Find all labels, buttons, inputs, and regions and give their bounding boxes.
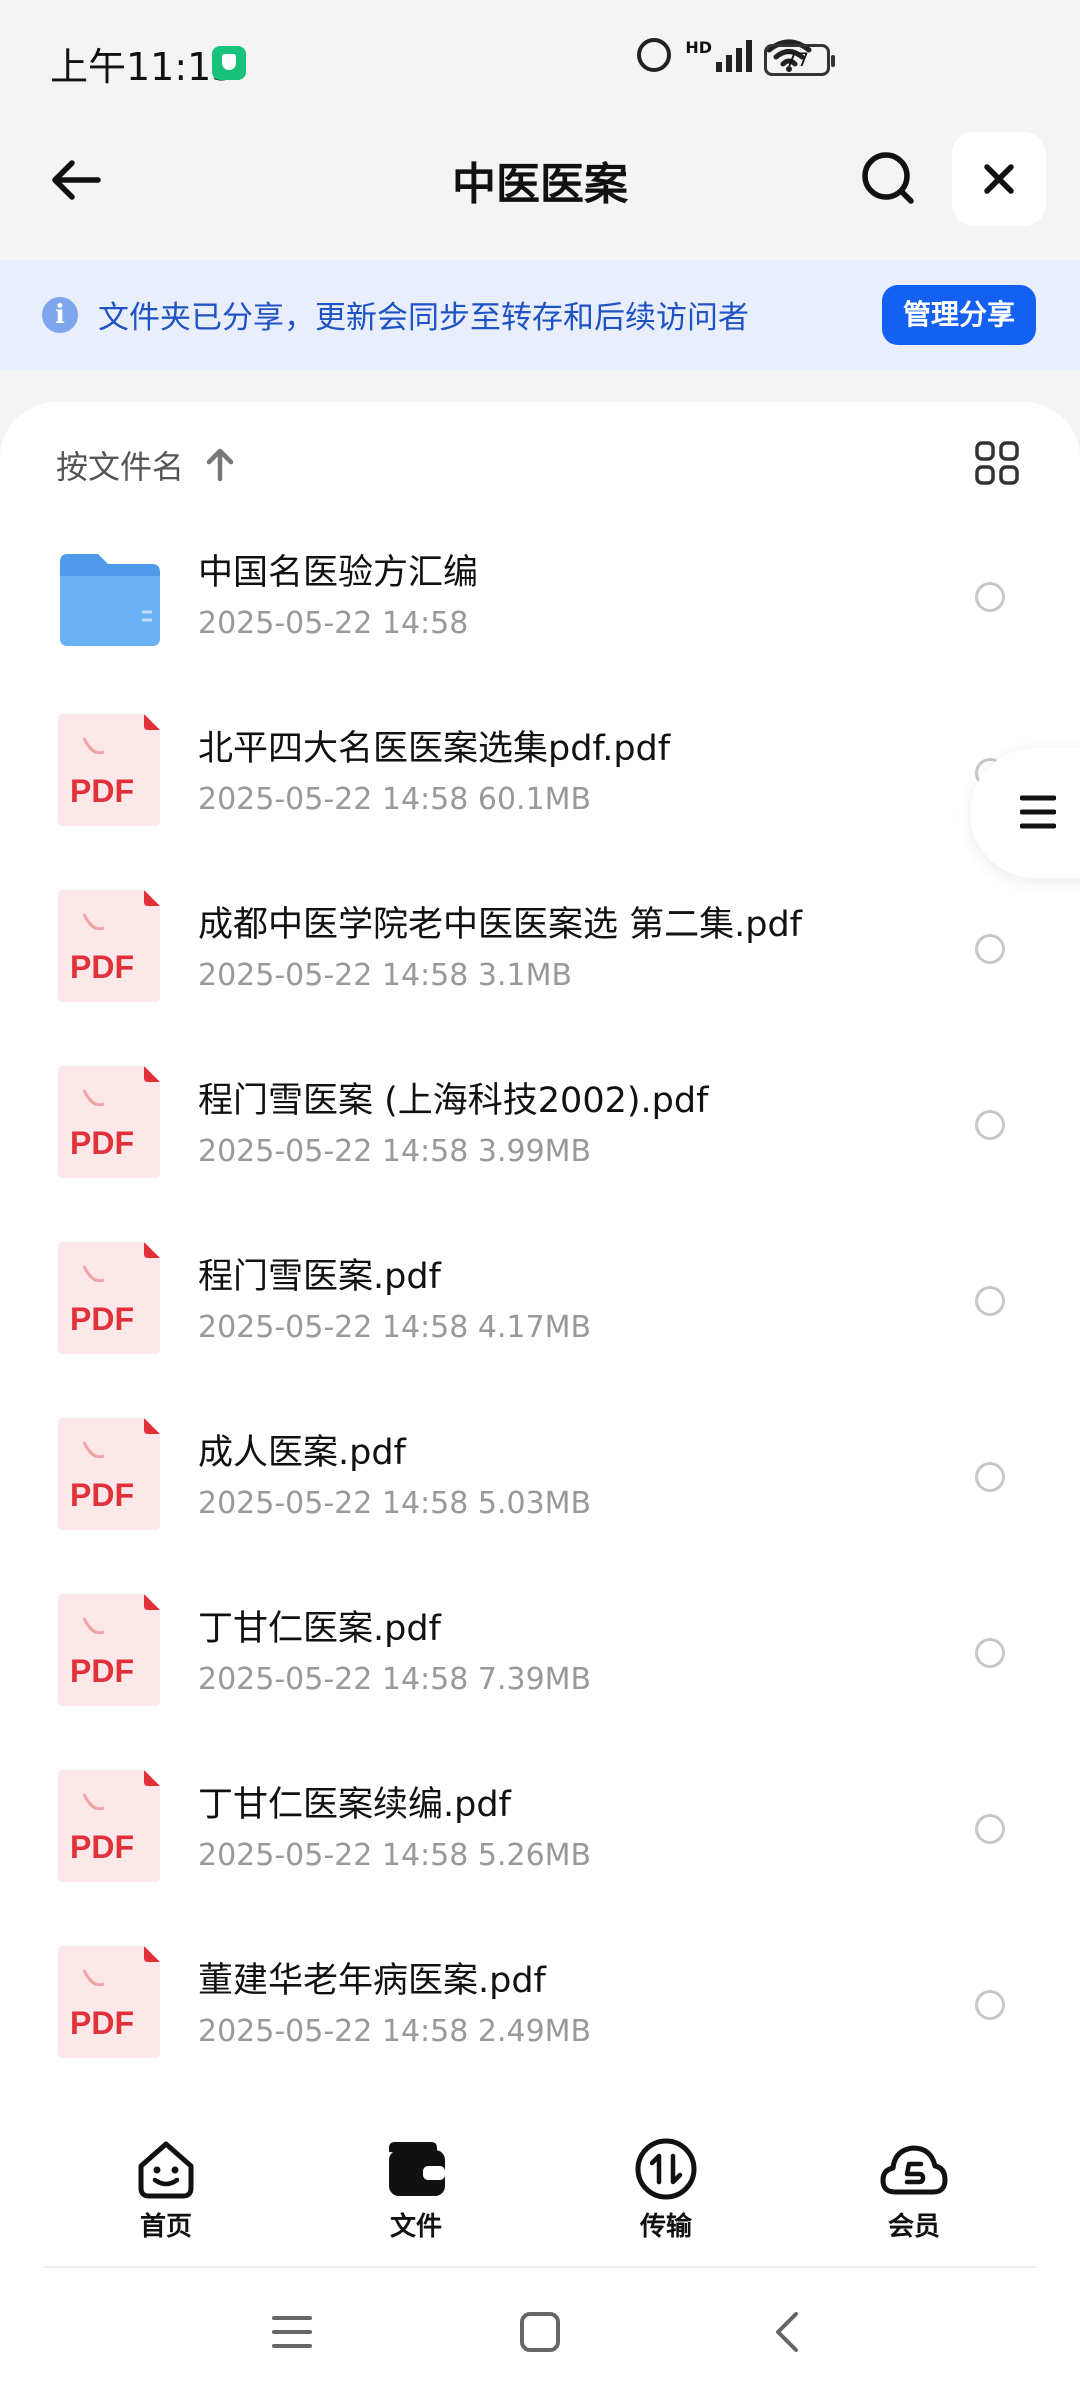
file-name: 成人医案.pdf (198, 1433, 406, 1473)
file-row-pdf[interactable]: PDF 成都中医学院老中医医案选 第二集.pdf 2025-05-22 14:5… (0, 870, 1080, 1046)
network-type-label: HD (685, 37, 712, 57)
file-name: 北平四大名医医案选集pdf.pdf (198, 729, 671, 769)
battery-indicator: 77 (764, 44, 835, 76)
select-checkbox[interactable] (975, 1462, 1005, 1492)
select-checkbox[interactable] (975, 1638, 1005, 1668)
file-meta: 2025-05-22 14:58 3.1MB (198, 958, 573, 993)
home-face-icon (138, 2141, 194, 2199)
file-name: 中国名医验方汇编 (198, 553, 479, 593)
recent-apps-icon[interactable] (270, 2310, 314, 2354)
file-meta: 2025-05-22 14:58 60.1MB (198, 782, 592, 817)
page-title: 中医医案 (452, 159, 628, 210)
svg-text:PDF: PDF (70, 773, 134, 809)
status-time: 上午11:15 (50, 45, 236, 89)
pdf-file-icon: PDF (58, 1242, 160, 1354)
file-meta: 2025-05-22 14:58 5.03MB (198, 1486, 592, 1521)
back-button-icon[interactable] (766, 2310, 810, 2354)
file-row-pdf[interactable]: PDF 丁甘仁医案.pdf 2025-05-22 14:58 7.39MB (0, 1574, 1080, 1750)
home-button-icon[interactable] (518, 2310, 562, 2354)
pdf-file-icon: PDF (58, 890, 160, 1002)
file-meta: 2025-05-22 14:58 7.39MB (198, 1662, 592, 1697)
file-meta: 2025-05-22 14:58 2.49MB (198, 2014, 592, 2049)
file-name: 丁甘仁医案.pdf (198, 1609, 441, 1649)
select-checkbox[interactable] (975, 1286, 1005, 1316)
file-name: 程门雪医案.pdf (198, 1257, 441, 1297)
svg-text:PDF: PDF (70, 1125, 134, 1161)
transfer-icon (635, 2138, 697, 2200)
pdf-file-icon: PDF (58, 714, 160, 826)
tab-transfer-label: 传输 (639, 2212, 692, 2242)
grid-view-icon[interactable] (974, 440, 1020, 486)
select-checkbox[interactable] (975, 1110, 1005, 1140)
tab-transfer[interactable]: 传输 (596, 2136, 736, 2243)
tab-files[interactable]: 文件 (346, 2136, 486, 2243)
tab-files-label: 文件 (389, 2212, 442, 2242)
pdf-file-icon: PDF (58, 1946, 160, 2058)
select-checkbox[interactable] (975, 1990, 1005, 2020)
file-row-folder[interactable]: 中国名医验方汇编 2025-05-22 14:58 (0, 518, 1080, 694)
close-button[interactable] (952, 132, 1046, 226)
folder-icon (60, 554, 160, 646)
file-name: 成都中医学院老中医医案选 第二集.pdf (198, 905, 803, 945)
file-name: 董建华老年病医案.pdf (198, 1961, 546, 2001)
status-bar: 上午11:15 HD 77 (0, 0, 1080, 120)
svg-text:PDF: PDF (70, 2005, 134, 2041)
select-checkbox[interactable] (975, 582, 1005, 612)
svg-text:PDF: PDF (70, 1653, 134, 1689)
file-meta: 2025-05-22 14:58 (198, 606, 469, 641)
vip-cloud-icon (880, 2145, 948, 2195)
file-row-pdf[interactable]: PDF 董建华老年病医案.pdf 2025-05-22 14:58 2.49MB (0, 1926, 1080, 2102)
search-icon[interactable] (860, 150, 916, 206)
close-icon (984, 164, 1014, 194)
svg-text:PDF: PDF (70, 1301, 134, 1337)
file-name: 丁甘仁医案续编.pdf (198, 1785, 511, 1825)
file-name: 程门雪医案 (上海科技2002).pdf (198, 1081, 709, 1121)
file-meta: 2025-05-22 14:58 3.99MB (198, 1134, 592, 1169)
file-meta: 2025-05-22 14:58 5.26MB (198, 1838, 592, 1873)
wallet-folder-icon (389, 2142, 445, 2196)
tab-home[interactable]: 首页 (96, 2136, 236, 2243)
pdf-file-icon: PDF (58, 1418, 160, 1530)
manage-share-button[interactable]: 管理分享 (882, 285, 1036, 345)
alarm-icon (637, 38, 672, 72)
file-row-pdf[interactable]: PDF 程门雪医案 (上海科技2002).pdf 2025-05-22 14:5… (0, 1046, 1080, 1222)
file-row-pdf[interactable]: PDF 丁甘仁医案续编.pdf 2025-05-22 14:58 5.26MB (0, 1750, 1080, 1926)
select-checkbox[interactable] (975, 1814, 1005, 1844)
tab-vip[interactable]: 会员 (844, 2136, 984, 2243)
menu-lines-icon (1020, 795, 1056, 829)
file-row-pdf[interactable]: PDF 北平四大名医医案选集pdf.pdf 2025-05-22 14:58 6… (0, 694, 1080, 870)
tab-home-label: 首页 (139, 2212, 192, 2242)
file-row-pdf[interactable]: PDF 成人医案.pdf 2025-05-22 14:58 5.03MB (0, 1398, 1080, 1574)
svg-text:PDF: PDF (70, 1829, 134, 1865)
file-row-pdf[interactable]: PDF 程门雪医案.pdf 2025-05-22 14:58 4.17MB (0, 1222, 1080, 1398)
sort-by-name-button[interactable]: 按文件名 (56, 442, 184, 488)
svg-text:PDF: PDF (70, 1477, 134, 1513)
file-meta: 2025-05-22 14:58 4.17MB (198, 1310, 592, 1345)
signal-icon (716, 38, 752, 72)
sort-ascending-arrow-icon[interactable] (204, 446, 236, 482)
info-icon: i (42, 297, 78, 333)
pdf-file-icon: PDF (58, 1594, 160, 1706)
share-notice-text: 文件夹已分享，更新会同步至转存和后续访问者 (98, 300, 749, 336)
pdf-file-icon: PDF (58, 1770, 160, 1882)
tab-vip-label: 会员 (887, 2212, 940, 2242)
pdf-file-icon: PDF (58, 1066, 160, 1178)
security-shield-icon (212, 46, 246, 80)
svg-text:PDF: PDF (70, 949, 134, 985)
select-checkbox[interactable] (975, 934, 1005, 964)
